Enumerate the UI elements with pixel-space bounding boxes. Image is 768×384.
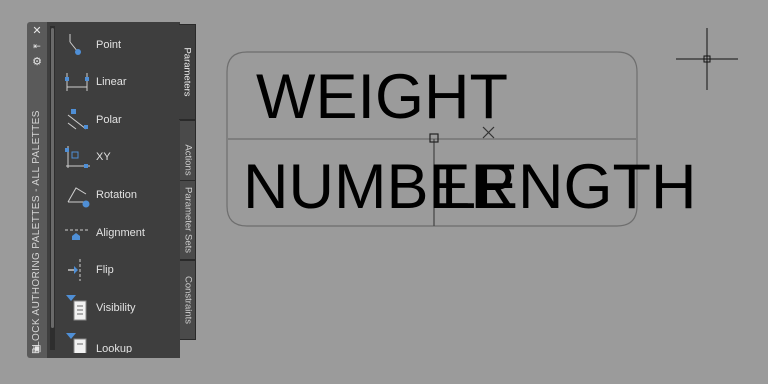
tab-label: Parameters [181, 47, 193, 97]
autohide-icon[interactable]: ⇤ [30, 40, 44, 52]
tool-alignment[interactable]: Alignment [60, 218, 178, 250]
tab-label: Actions [182, 144, 193, 176]
tool-label: Point [96, 39, 122, 51]
flip-parameter-icon [68, 259, 81, 281]
close-icon[interactable]: ✕ [30, 25, 44, 37]
attribute-length[interactable]: LENGTH [441, 156, 697, 219]
attribute-weight[interactable]: WEIGHT [256, 66, 508, 129]
point-parameter-icon [69, 34, 81, 55]
tab-label: Constraints [182, 275, 193, 325]
tool-flip[interactable]: Flip [60, 255, 178, 287]
tool-label: Rotation [96, 189, 137, 201]
palette-tabs: Parameters Actions Parameter Sets Constr… [179, 22, 196, 358]
tool-polar[interactable]: Polar [60, 105, 178, 137]
tool-label: Lookup [96, 343, 133, 353]
rotation-parameter-icon [67, 187, 90, 208]
tool-rotation[interactable]: Rotation [60, 180, 178, 212]
tab-parameter-sets[interactable]: Parameter Sets [180, 180, 196, 260]
tool-lookup[interactable]: Lookup [60, 331, 178, 353]
tool-label: Alignment [96, 227, 145, 239]
lookup-parameter-icon [66, 333, 87, 353]
tool-xy[interactable]: XY [60, 142, 178, 174]
tool-label: Linear [96, 76, 127, 88]
crosshair-cursor [676, 28, 738, 90]
tool-label: Visibility [96, 302, 136, 314]
linear-parameter-icon [65, 73, 89, 91]
tool-label: Polar [96, 114, 122, 126]
palette-title: BLOCK AUTHORING PALETTES - ALL PALETTES [31, 110, 42, 354]
palette-menu-icon[interactable]: ▣ [30, 342, 44, 354]
visibility-parameter-icon [66, 295, 87, 321]
xy-parameter-icon [65, 146, 90, 168]
tool-label: Flip [96, 264, 114, 276]
polar-parameter-icon [67, 109, 88, 130]
alignment-parameter-icon [65, 229, 89, 240]
tool-point[interactable]: Point [60, 30, 178, 62]
tab-parameters[interactable]: Parameters [179, 24, 196, 120]
tool-label: XY [96, 151, 111, 163]
tab-label: Parameter Sets [182, 187, 193, 253]
tool-visibility[interactable]: Visibility [60, 293, 178, 325]
tab-constraints[interactable]: Constraints [180, 260, 196, 340]
tool-linear[interactable]: Linear [60, 67, 178, 99]
palette-scroll-thumb[interactable] [51, 28, 54, 328]
palette-titlebar[interactable]: ✕ ⇤ ⚙ BLOCK AUTHORING PALETTES - ALL PAL… [27, 22, 47, 358]
